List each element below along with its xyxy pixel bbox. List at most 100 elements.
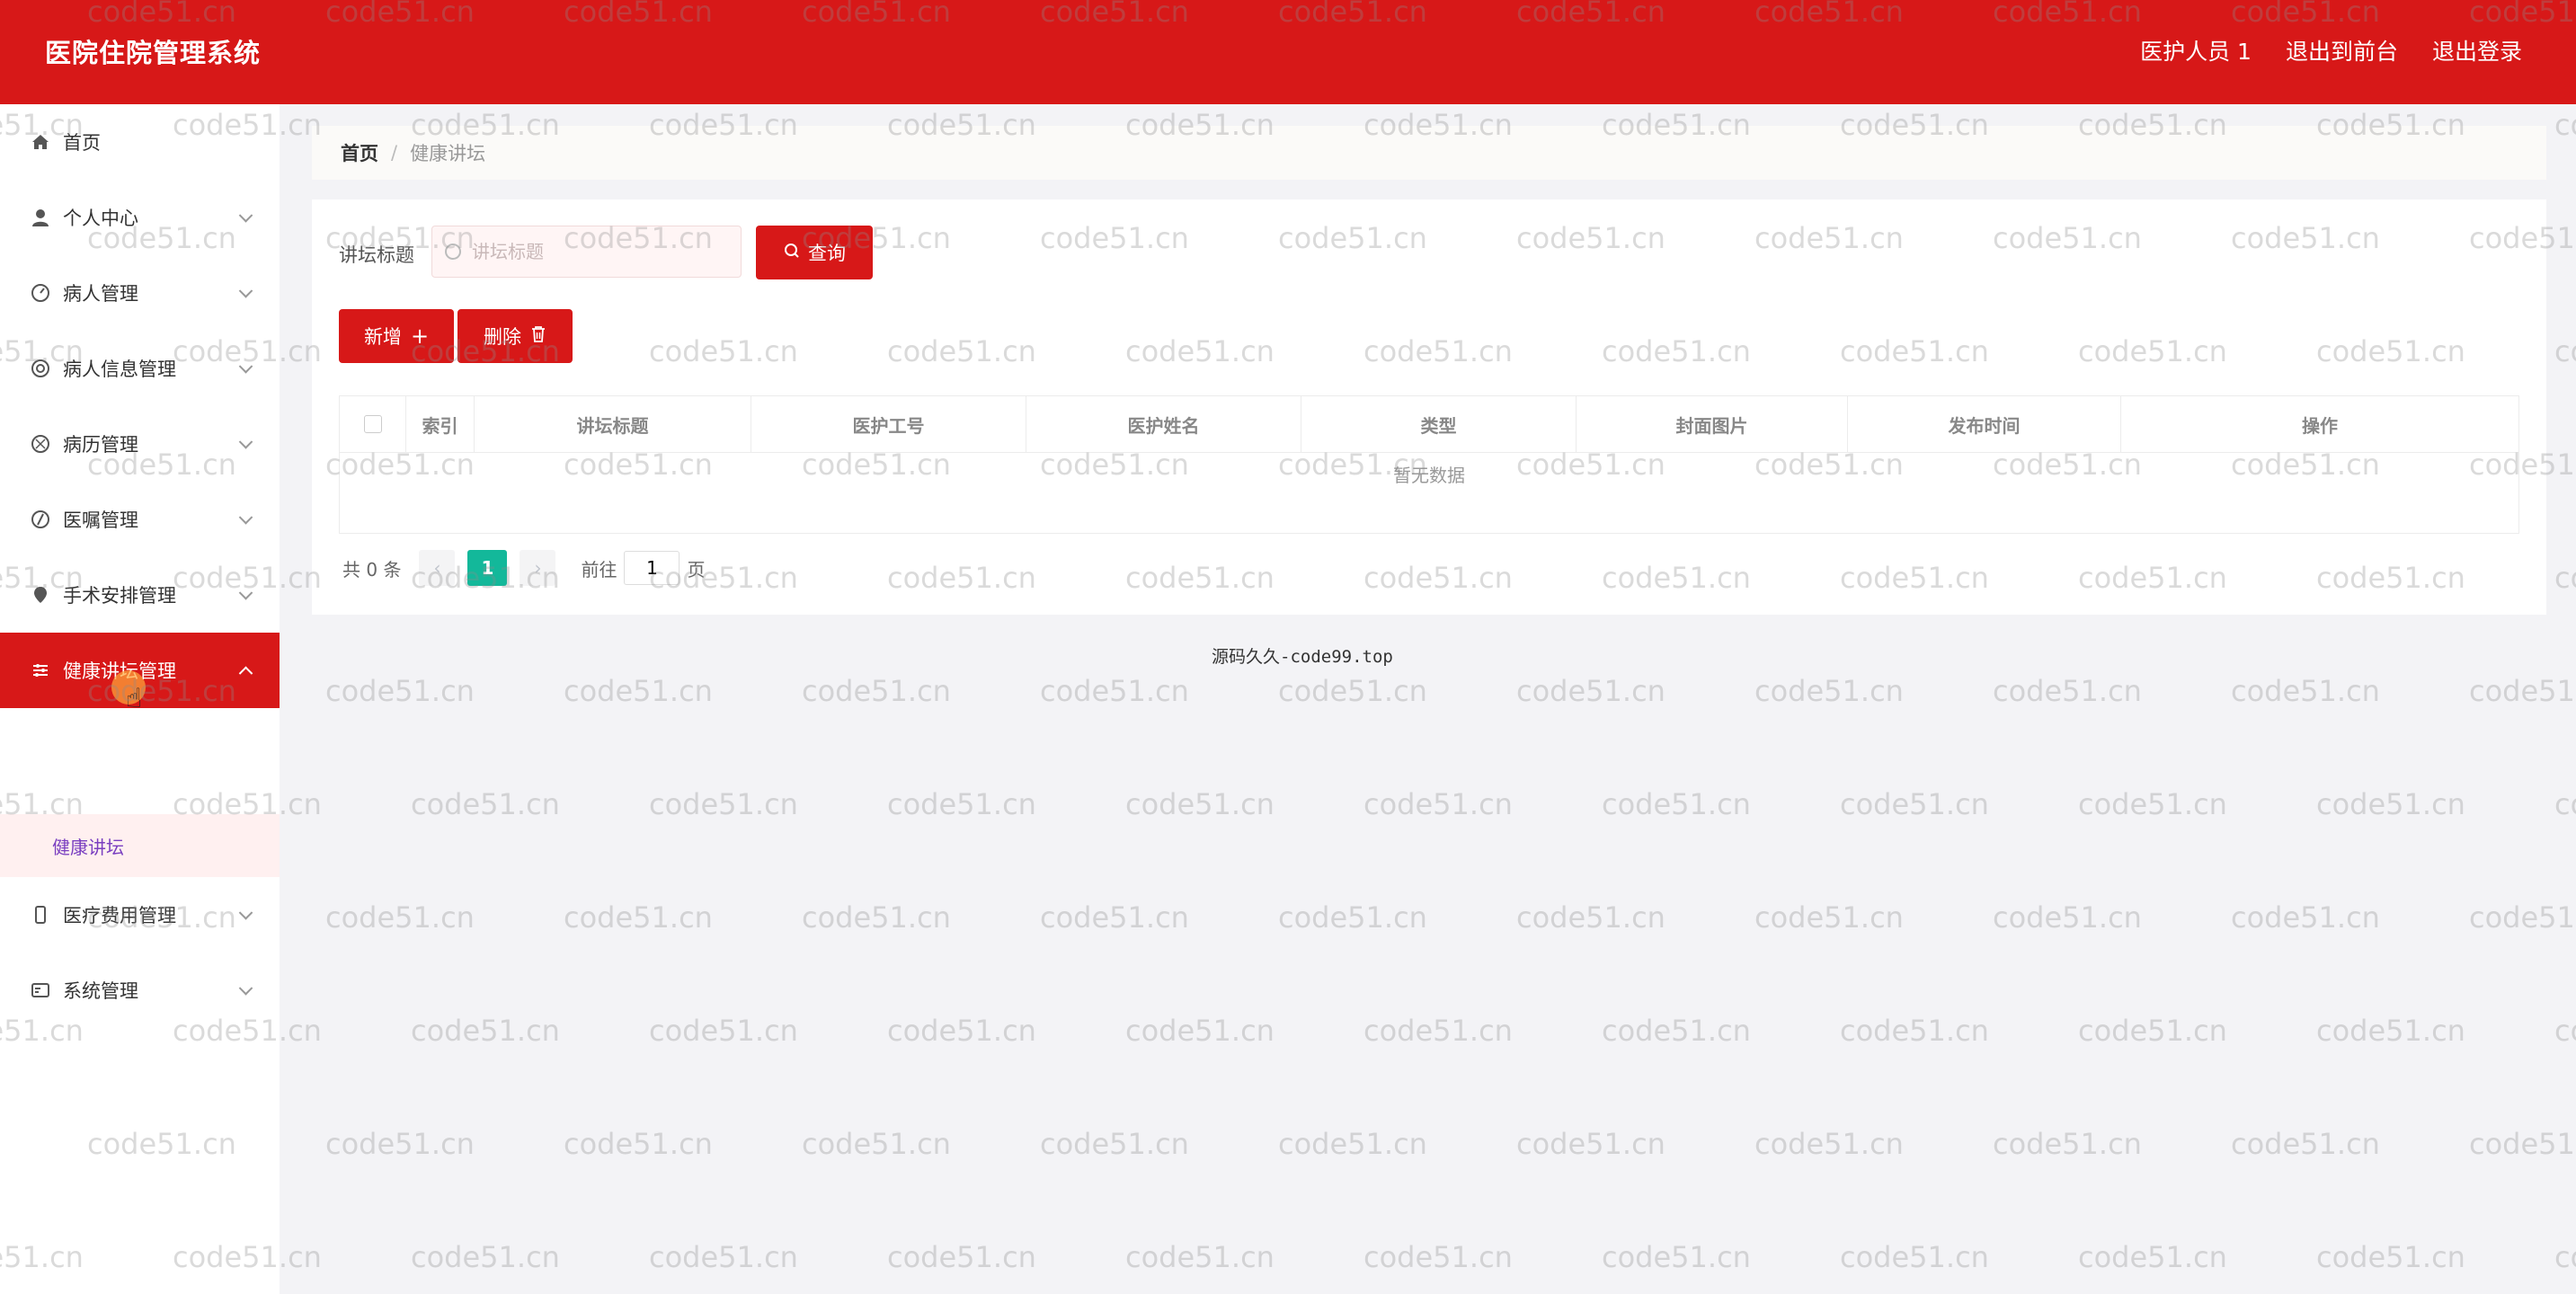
current-user-label[interactable]: 医护人员 1: [2140, 34, 2252, 66]
chevron-down-icon: [238, 906, 253, 920]
watermark-text: code51.cn: [1125, 1240, 1275, 1274]
query-button[interactable]: 查询: [756, 226, 873, 279]
sidebar-item-home[interactable]: 首页: [0, 104, 280, 180]
watermark-text: code51.cn: [2469, 674, 2576, 708]
pin-icon: [31, 585, 50, 605]
column-header: 发布时间: [1848, 396, 2121, 452]
search-input[interactable]: [470, 240, 725, 263]
column-header: 讲坛标题: [475, 396, 751, 452]
select-all-checkbox[interactable]: [363, 415, 382, 433]
delete-button-label: 删除: [484, 326, 521, 348]
watermark-text: code51.cn: [564, 1127, 713, 1161]
user-icon: [31, 208, 50, 227]
search-field[interactable]: [431, 226, 742, 278]
breadcrumb-home[interactable]: 首页: [341, 139, 378, 166]
watermark-text: code51.cn: [564, 900, 713, 935]
sidebar-item-label: 系统管理: [63, 980, 138, 1002]
watermark-text: code51.cn: [2231, 1127, 2380, 1161]
sidebar-subitem-health-forum[interactable]: 健康讲坛: [0, 814, 280, 877]
watermark-text: code51.cn: [887, 1240, 1036, 1274]
delete-button[interactable]: 删除: [457, 309, 573, 363]
logout-link[interactable]: 退出登录: [2432, 34, 2522, 66]
column-header: 类型: [1301, 396, 1577, 452]
trash-icon: [530, 325, 546, 347]
watermark-text: code51.cn: [2554, 108, 2576, 142]
watermark-text: code51.cn: [1840, 1240, 1989, 1274]
breadcrumb-separator: /: [391, 142, 398, 164]
watermark-text: code51.cn: [1993, 1127, 2142, 1161]
watermark-text: code51.cn: [1516, 900, 1666, 935]
search-icon: [445, 244, 461, 260]
watermark-text: code51.cn: [649, 787, 798, 821]
watermark-text: code51.cn: [2316, 1014, 2465, 1048]
sidebar-item-patient-management[interactable]: 病人管理: [0, 255, 280, 331]
empty-state-text: 暂无数据: [1393, 465, 1465, 486]
watermark-text: code51.cn: [2469, 1127, 2576, 1161]
watermark-text: code51.cn: [802, 900, 951, 935]
sidebar-item-system-management[interactable]: 系统管理: [0, 953, 280, 1028]
sidebar-item-medical-fees[interactable]: 医疗费用管理: [0, 877, 280, 953]
page-number-button[interactable]: 1: [467, 550, 508, 586]
watermark-text: code51.cn: [2554, 561, 2576, 595]
next-page-button[interactable]: ›: [520, 550, 556, 586]
watermark-text: code51.cn: [649, 1240, 798, 1274]
watermark-text: code51.cn: [649, 1014, 798, 1048]
top-header: 医院住院管理系统 医护人员 1 退出到前台 退出登录: [0, 0, 2576, 104]
chevron-down-icon: [238, 435, 253, 449]
prev-page-button[interactable]: ‹: [419, 550, 456, 586]
sidebar-item-surgery-schedule[interactable]: 手术安排管理: [0, 557, 280, 633]
sidebar-subitem-label: 健康讲坛: [52, 836, 124, 858]
compass-icon: [31, 510, 50, 529]
watermark-text: code51.cn: [325, 1127, 475, 1161]
sidebar-item-label: 病人管理: [63, 283, 138, 305]
watermark-text: code51.cn: [1125, 1014, 1275, 1048]
watermark-text: code51.cn: [1278, 674, 1427, 708]
column-header: 封面图片: [1577, 396, 1848, 452]
watermark-text: code51.cn: [411, 1014, 560, 1048]
watermark-text: code51.cn: [1993, 674, 2142, 708]
id-card-icon: [31, 980, 50, 1000]
sliders-icon: [31, 660, 50, 680]
watermark-text: code51.cn: [2469, 900, 2576, 935]
exit-to-front-link[interactable]: 退出到前台: [2286, 34, 2398, 66]
watermark-text: code51.cn: [2078, 1240, 2227, 1274]
select-all-cell: [340, 396, 406, 452]
sidebar-item-label: 病历管理: [63, 434, 138, 456]
watermark-text: code51.cn: [1602, 787, 1751, 821]
watermark-text: code51.cn: [2078, 1014, 2227, 1048]
sidebar-item-personal-center[interactable]: 个人中心: [0, 180, 280, 255]
goto-page-input[interactable]: [624, 551, 680, 585]
header-actions: 医护人员 1 退出到前台 退出登录: [2140, 34, 2522, 66]
aperture-icon: [31, 434, 50, 454]
watermark-text: code51.cn: [1516, 674, 1666, 708]
chevron-down-icon: [238, 586, 253, 600]
sidebar-item-doctor-orders[interactable]: 医嘱管理: [0, 482, 280, 557]
sidebar-item-label: 医疗费用管理: [63, 905, 176, 926]
goto-label: 前往: [581, 558, 617, 581]
watermark-text: code51.cn: [2554, 1014, 2576, 1048]
sidebar-item-label: 病人信息管理: [63, 359, 176, 380]
home-icon: [31, 132, 50, 152]
watermark-text: code51.cn: [2316, 1240, 2465, 1274]
phone-icon: [31, 905, 50, 925]
watermark-text: code51.cn: [1840, 1014, 1989, 1048]
app-title: 医院住院管理系统: [45, 38, 262, 68]
query-button-label: 查询: [808, 243, 846, 264]
watermark-text: code51.cn: [1754, 900, 1904, 935]
pagination-total: 共 0 条: [342, 558, 402, 581]
breadcrumb-current: 健康讲坛: [410, 143, 486, 164]
column-header: 医护工号: [751, 396, 1026, 452]
target-icon: [31, 359, 50, 378]
sidebar-item-label: 医嘱管理: [63, 510, 138, 531]
sidebar-item-medical-records[interactable]: 病历管理: [0, 406, 280, 482]
watermark-text: code51.cn: [2554, 1240, 2576, 1274]
watermark-text: code51.cn: [325, 674, 475, 708]
column-header: 索引: [406, 396, 475, 452]
dashboard-icon: [31, 283, 50, 303]
sidebar-item-patient-info[interactable]: 病人信息管理: [0, 331, 280, 406]
add-button[interactable]: 新增 +: [339, 309, 454, 363]
content-panel: 讲坛标题 查询 新增 + 删除 索引 讲坛标题 医护工号 医护姓名 类型 封面图…: [312, 199, 2546, 615]
add-button-label: 新增: [363, 326, 402, 348]
column-header: 医护姓名: [1026, 396, 1301, 452]
watermark-text: code51.cn: [2231, 674, 2380, 708]
